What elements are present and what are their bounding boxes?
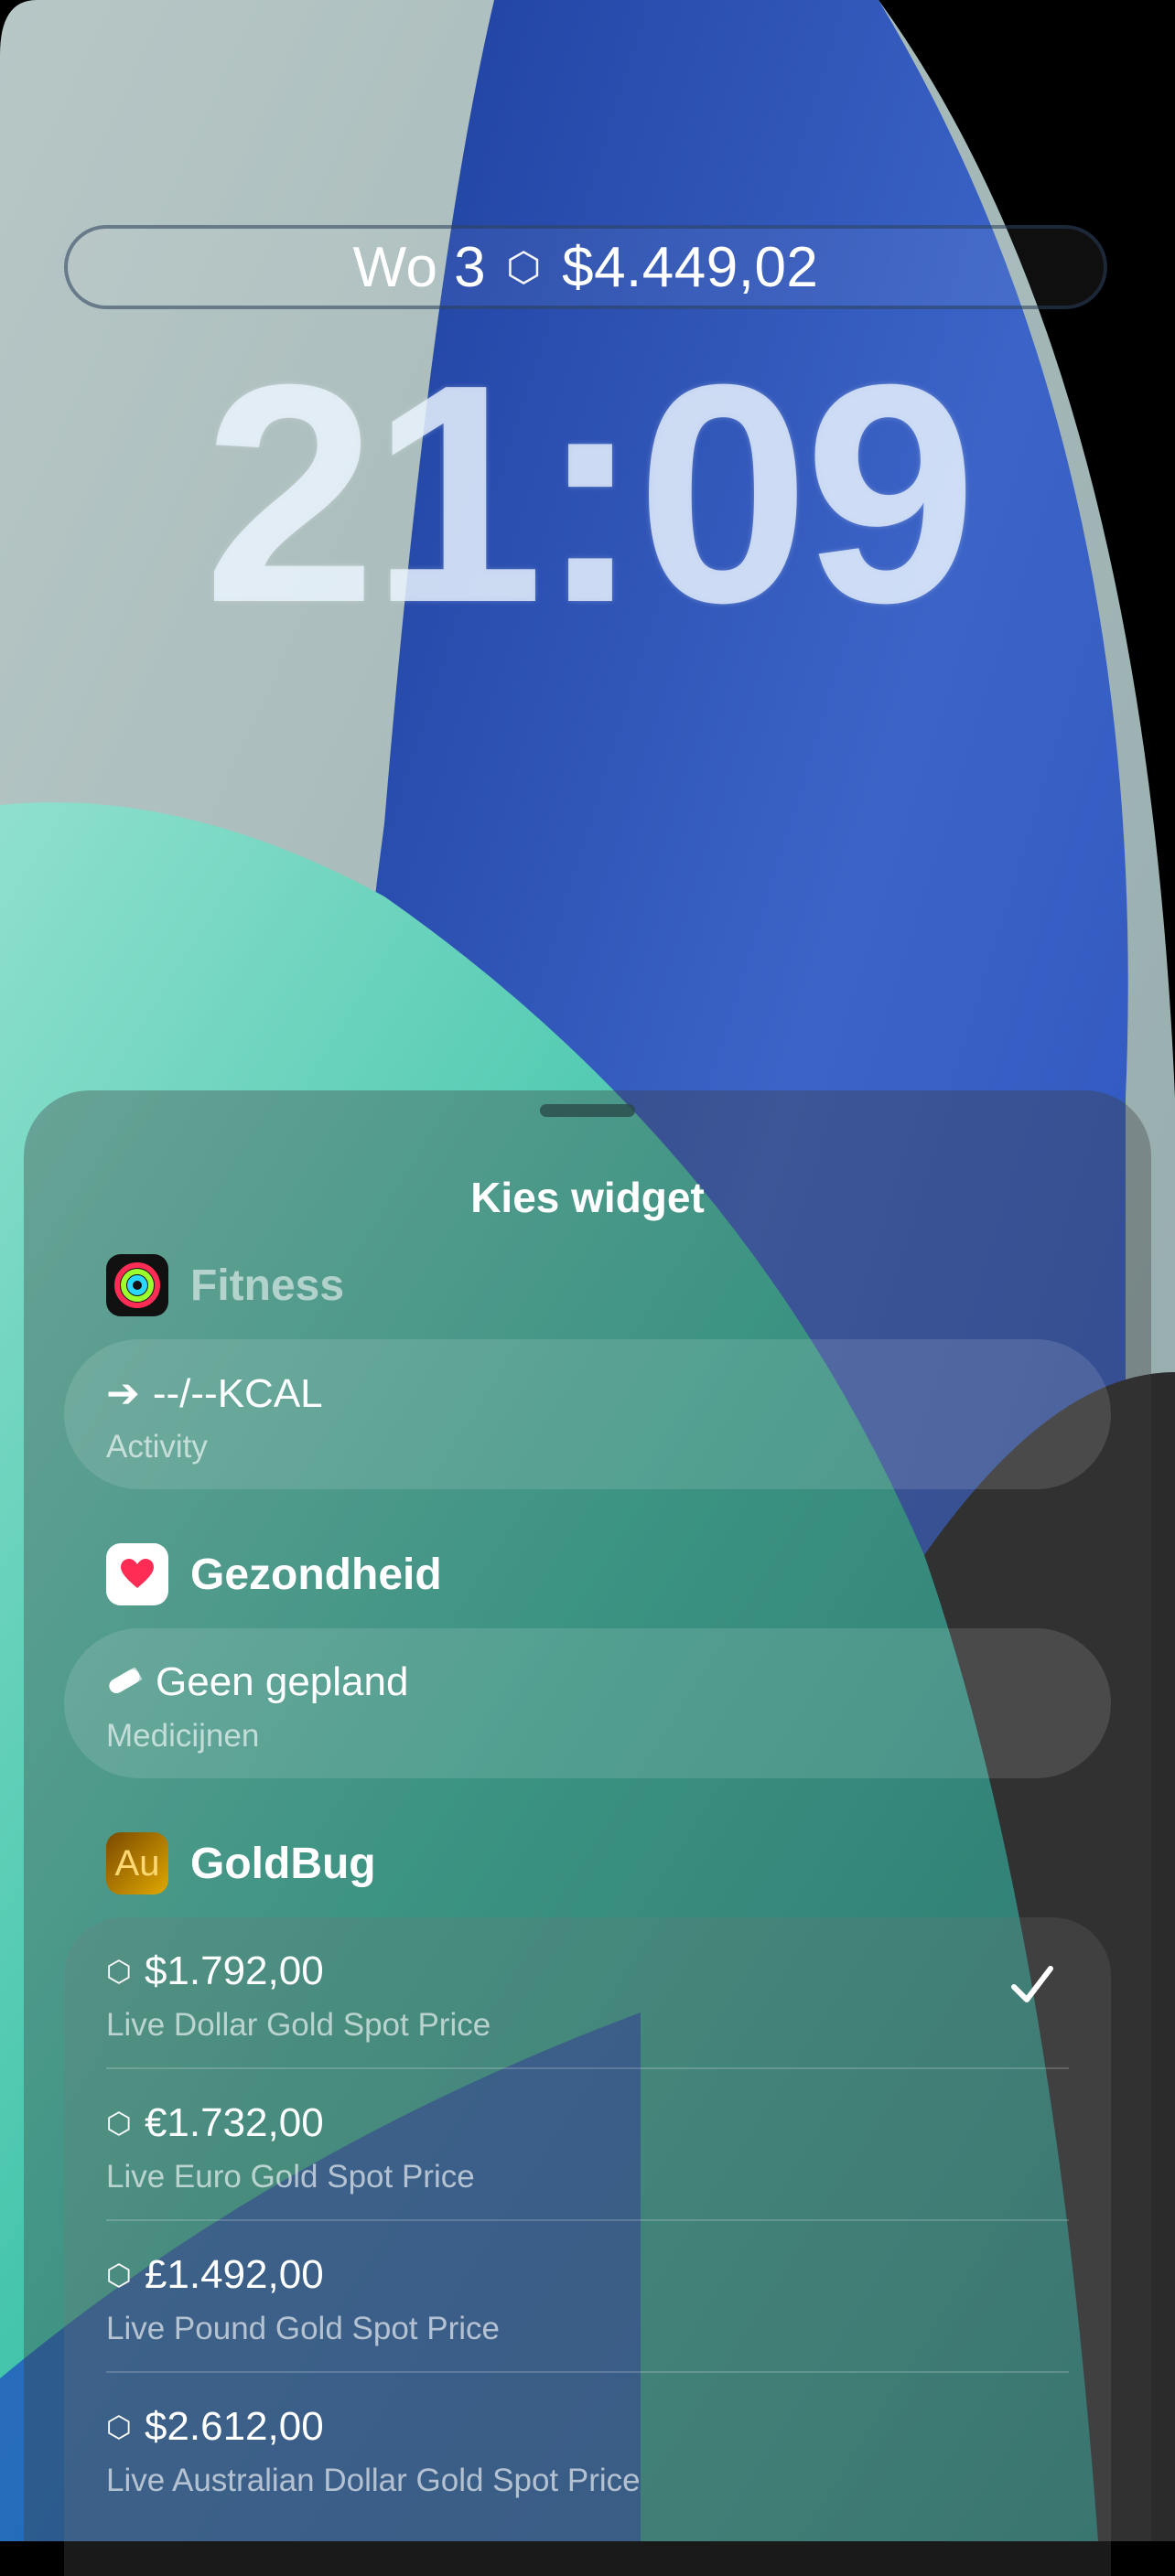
widget-fitness-activity[interactable]: ➔ --/--KCAL Activity bbox=[64, 1339, 1111, 1489]
app-name-health: Gezondheid bbox=[190, 1550, 442, 1599]
widget-value: $1.792,00 bbox=[144, 1948, 324, 1993]
widget-label: Live Pound Gold Spot Price bbox=[106, 2311, 500, 2346]
date-widget-bar[interactable]: Wo 3 ⬡ $4.449,02 bbox=[64, 225, 1107, 309]
widget-value: £1.492,00 bbox=[144, 2252, 324, 2297]
widget-value: Geen gepland bbox=[156, 1659, 409, 1704]
pill-icon bbox=[106, 1659, 143, 1705]
sheet-grabber[interactable] bbox=[540, 1104, 635, 1117]
app-header-fitness: Fitness bbox=[106, 1253, 344, 1317]
hexagon-icon: ⬡ bbox=[106, 2410, 132, 2443]
gold-price-label: $4.449,02 bbox=[562, 235, 819, 299]
widget-label: Live Euro Gold Spot Price bbox=[106, 2159, 475, 2195]
widget-value: --/--KCAL bbox=[152, 1370, 323, 1416]
app-name-goldbug: GoldBug bbox=[190, 1839, 376, 1888]
widget-aud-gold[interactable]: ⬡ $2.612,00 Live Australian Dollar Gold S… bbox=[106, 2373, 1069, 2525]
sheet-title: Kies widget bbox=[470, 1174, 705, 1221]
date-label: Wo 3 bbox=[352, 235, 487, 299]
checkmark-icon bbox=[1011, 1966, 1053, 2002]
hexagon-icon: ⬡ bbox=[106, 2259, 132, 2292]
hexagon-icon: ⬡ bbox=[106, 1955, 132, 1988]
hexagon-icon: ⬡ bbox=[106, 2107, 132, 2140]
lock-clock[interactable]: 21:09 bbox=[0, 329, 1175, 659]
widget-euro-gold[interactable]: ⬡ €1.732,00 Live Euro Gold Spot Price bbox=[106, 2069, 1069, 2221]
widget-label: Activity bbox=[106, 1429, 208, 1465]
arrow-right-icon: ➔ bbox=[106, 1371, 140, 1416]
widget-health-medications[interactable]: Geen gepland Medicijnen bbox=[64, 1628, 1111, 1778]
activity-rings-icon bbox=[106, 1254, 168, 1316]
widget-pound-gold[interactable]: ⬡ £1.492,00 Live Pound Gold Spot Price bbox=[106, 2221, 1069, 2373]
heart-icon bbox=[106, 1543, 168, 1605]
widget-dollar-gold[interactable]: ⬡ $1.792,00 Live Dollar Gold Spot Price bbox=[106, 1917, 1069, 2069]
app-name-fitness: Fitness bbox=[190, 1261, 345, 1310]
widget-label: Live Australian Dollar Gold Spot Price bbox=[106, 2463, 641, 2498]
app-header-health: Gezondheid bbox=[106, 1542, 442, 1606]
app-header-goldbug: Au GoldBug bbox=[106, 1831, 376, 1895]
widget-label: Live Dollar Gold Spot Price bbox=[106, 2007, 491, 2043]
widget-value: €1.732,00 bbox=[144, 2100, 324, 2145]
widget-label: Medicijnen bbox=[106, 1718, 260, 1754]
goldbug-app-icon: Au bbox=[106, 1832, 168, 1894]
widget-value: $2.612,00 bbox=[144, 2404, 324, 2449]
hexagon-icon: ⬡ bbox=[506, 244, 543, 290]
goldbug-widget-list: ⬡ $1.792,00 Live Dollar Gold Spot Price ⬡… bbox=[64, 1917, 1111, 2576]
